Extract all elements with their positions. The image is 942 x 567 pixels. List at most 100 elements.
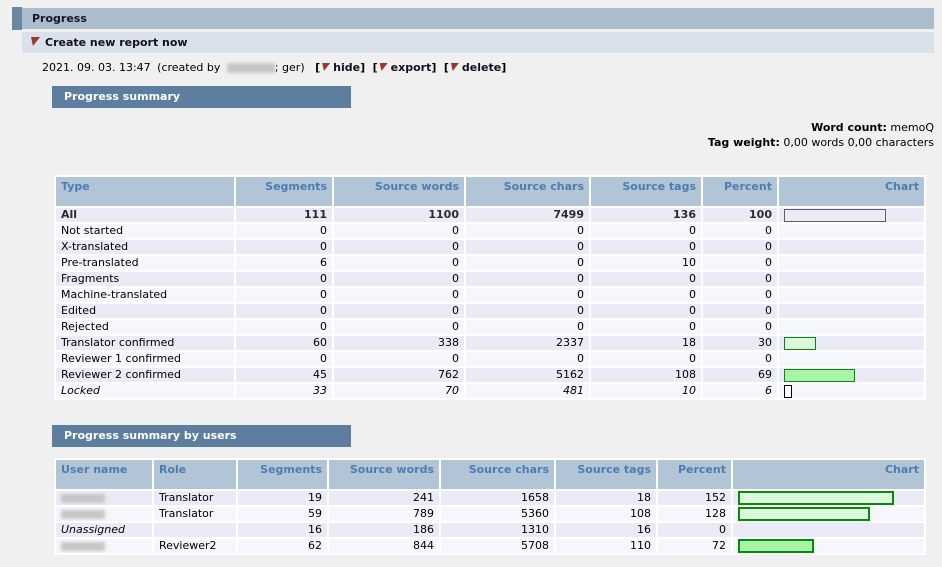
red-arrow-icon xyxy=(322,63,330,71)
cell-percent: 0 xyxy=(703,240,777,254)
cell-source_tags: 0 xyxy=(591,224,701,238)
export-link[interactable]: export xyxy=(391,61,432,74)
cell-percent: 0 xyxy=(703,352,777,366)
cell-source_chars: 0 xyxy=(466,288,589,302)
cell-chart xyxy=(779,272,924,286)
table-row: Unassigned161861310160 xyxy=(56,523,924,537)
cell-type: Translator confirmed xyxy=(56,336,234,350)
cell-chart xyxy=(779,224,924,238)
progress-summary-table: TypeSegmentsSource wordsSource charsSour… xyxy=(54,175,926,400)
cell-percent: 72 xyxy=(658,539,731,553)
report-meta-line: 2021. 09. 03. 13:47 (created by ; ger) [… xyxy=(42,61,506,74)
cell-chart xyxy=(779,256,924,270)
cell-chart xyxy=(779,352,924,366)
cell-segments: 0 xyxy=(236,288,332,302)
delete-action[interactable]: [delete] xyxy=(444,61,506,74)
title-accent-block xyxy=(12,7,22,30)
cell-type: All xyxy=(56,208,234,222)
cell-source_tags: 108 xyxy=(591,368,701,382)
column-header-source-chars: Source chars xyxy=(466,177,589,206)
section-header-progress-by-users: Progress summary by users xyxy=(52,425,351,447)
cell-source_chars: 481 xyxy=(466,384,589,398)
delete-link[interactable]: delete xyxy=(462,61,501,74)
table-row: Reviewer262844570811072 xyxy=(56,539,924,553)
cell-segments: 33 xyxy=(236,384,332,398)
cell-source_tags: 0 xyxy=(591,288,701,302)
created-by-suffix: ; ger) xyxy=(275,61,305,74)
cell-chart xyxy=(779,208,924,222)
cell-user xyxy=(56,507,152,521)
cell-type: Reviewer 1 confirmed xyxy=(56,352,234,366)
section-header-progress-summary: Progress summary xyxy=(52,86,351,108)
bracket: [ xyxy=(373,61,378,74)
cell-source_tags: 0 xyxy=(591,272,701,286)
table-row: Fragments00000 xyxy=(56,272,924,286)
cell-source_words: 0 xyxy=(334,304,464,318)
cell-chart xyxy=(733,491,924,505)
cell-source_chars: 5708 xyxy=(441,539,554,553)
word-count-label: Word count: xyxy=(811,121,887,134)
cell-source_words: 0 xyxy=(334,224,464,238)
hide-link[interactable]: hide xyxy=(333,61,360,74)
cell-source_words: 0 xyxy=(334,240,464,254)
cell-user: Unassigned xyxy=(56,523,152,537)
column-header-segments: Segments xyxy=(238,460,327,489)
create-report-bar[interactable]: Create new report now xyxy=(22,32,934,53)
table-row: Not started00000 xyxy=(56,224,924,238)
created-by-prefix: (created by xyxy=(157,61,220,74)
red-arrow-icon xyxy=(380,63,388,71)
progress-bar xyxy=(784,385,792,398)
cell-chart xyxy=(779,320,924,334)
cell-segments: 45 xyxy=(236,368,332,382)
table-row: X-translated00000 xyxy=(56,240,924,254)
bracket: ] xyxy=(501,61,506,74)
cell-percent: 0 xyxy=(658,523,731,537)
create-new-report-link[interactable]: Create new report now xyxy=(45,36,188,49)
table-row: All11111007499136100 xyxy=(56,208,924,222)
column-header-percent: Percent xyxy=(658,460,731,489)
cell-user xyxy=(56,539,152,553)
cell-type: Reviewer 2 confirmed xyxy=(56,368,234,382)
cell-source_chars: 0 xyxy=(466,352,589,366)
cell-source_chars: 1310 xyxy=(441,523,554,537)
cell-source_words: 0 xyxy=(334,272,464,286)
cell-percent: 0 xyxy=(703,256,777,270)
cell-chart xyxy=(779,240,924,254)
cell-segments: 19 xyxy=(238,491,327,505)
cell-role: Translator xyxy=(154,491,236,505)
cell-source_tags: 0 xyxy=(591,304,701,318)
hide-action[interactable]: [hide] xyxy=(315,61,365,74)
table-row: Locked3370481106 xyxy=(56,384,924,398)
cell-chart xyxy=(733,507,924,521)
red-arrow-icon xyxy=(31,37,40,46)
cell-chart xyxy=(733,523,924,537)
cell-percent: 0 xyxy=(703,272,777,286)
cell-source_tags: 136 xyxy=(591,208,701,222)
cell-source_chars: 2337 xyxy=(466,336,589,350)
cell-percent: 0 xyxy=(703,288,777,302)
cell-type: Not started xyxy=(56,224,234,238)
redacted-username xyxy=(61,510,105,519)
cell-source_chars: 0 xyxy=(466,256,589,270)
cell-percent: 0 xyxy=(703,320,777,334)
cell-type: Edited xyxy=(56,304,234,318)
table-row: Translator confirmed6033823371830 xyxy=(56,336,924,350)
column-header-user-name: User name xyxy=(56,460,152,489)
cell-source_words: 186 xyxy=(329,523,439,537)
column-header-source-tags: Source tags xyxy=(591,177,701,206)
cell-chart xyxy=(779,384,924,398)
cell-segments: 0 xyxy=(236,352,332,366)
column-header-source-chars: Source chars xyxy=(441,460,554,489)
cell-source_words: 0 xyxy=(334,256,464,270)
bracket: ] xyxy=(431,61,436,74)
cell-chart xyxy=(779,368,924,382)
cell-source_tags: 0 xyxy=(591,352,701,366)
cell-source_chars: 0 xyxy=(466,320,589,334)
cell-chart xyxy=(733,539,924,553)
progress-bar xyxy=(738,539,814,553)
cell-source_words: 0 xyxy=(334,288,464,302)
redacted-author xyxy=(227,63,275,73)
export-action[interactable]: [ export] xyxy=(373,61,437,74)
tag-weight-label: Tag weight: xyxy=(708,136,780,149)
cell-chart xyxy=(779,336,924,350)
